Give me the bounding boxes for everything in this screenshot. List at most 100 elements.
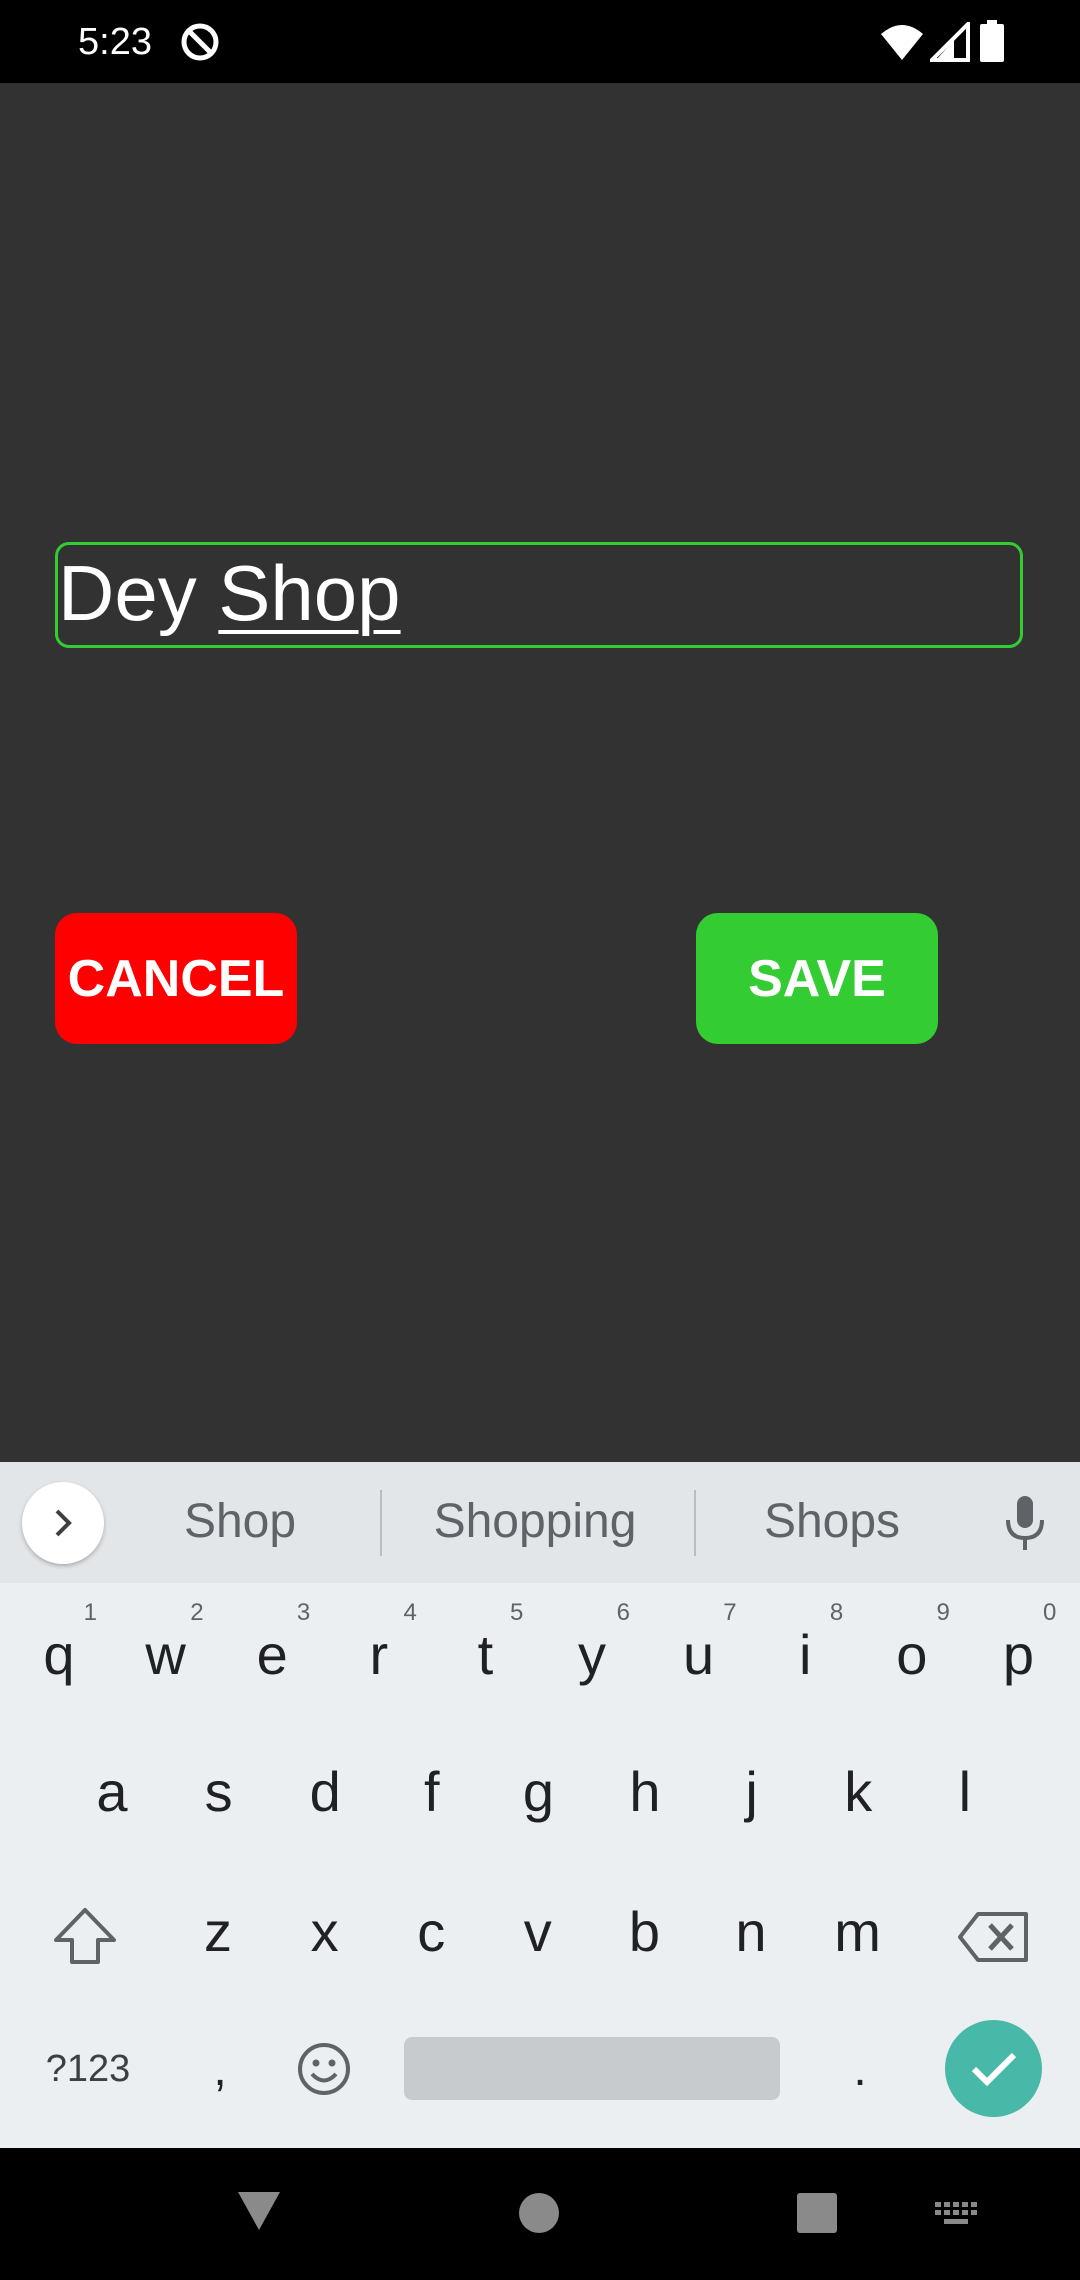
key-label: f bbox=[424, 1760, 440, 1823]
key-p[interactable]: p0 bbox=[988, 1599, 1057, 1686]
key-y[interactable]: y6 bbox=[562, 1599, 630, 1686]
key-q[interactable]: q1 bbox=[29, 1599, 97, 1686]
key-number-hint: 5 bbox=[510, 1599, 524, 1626]
key-number-hint: 1 bbox=[83, 1599, 97, 1626]
home-icon[interactable] bbox=[518, 2192, 560, 2234]
suggestion-bar: Shop Shopping Shops bbox=[0, 1462, 1080, 1583]
spacebar[interactable] bbox=[404, 2037, 780, 2100]
key-k[interactable]: k bbox=[828, 1762, 888, 1822]
key-label: x bbox=[310, 1900, 339, 1963]
key-label: d bbox=[309, 1760, 341, 1823]
wifi-icon bbox=[881, 25, 923, 60]
key-a[interactable]: a bbox=[82, 1762, 142, 1822]
do-not-disturb-icon bbox=[181, 23, 219, 61]
key-j[interactable]: j bbox=[722, 1762, 782, 1822]
key-number-hint: 8 bbox=[829, 1599, 844, 1626]
text-field-composing-word: Shop bbox=[218, 549, 401, 637]
symbols-key[interactable]: ?123 bbox=[28, 2045, 148, 2093]
symbols-key-label: ?123 bbox=[45, 2048, 131, 2090]
key-z[interactable]: z bbox=[188, 1902, 248, 1962]
key-label: n bbox=[735, 1900, 767, 1963]
key-label: r bbox=[369, 1623, 389, 1686]
keyboard-switch-icon[interactable] bbox=[933, 2200, 979, 2228]
recents-icon[interactable] bbox=[796, 2192, 838, 2234]
key-label: v bbox=[523, 1900, 552, 1963]
chevron-right-icon bbox=[55, 1509, 72, 1537]
key-w[interactable]: w2 bbox=[136, 1599, 203, 1686]
name-text-field[interactable]: Dey Shop bbox=[55, 542, 1023, 648]
period-key-label: . bbox=[853, 2043, 867, 2096]
key-number-hint: 4 bbox=[403, 1599, 417, 1626]
key-t[interactable]: t5 bbox=[455, 1599, 524, 1686]
suggestion-divider bbox=[380, 1490, 382, 1556]
shift-key-icon[interactable] bbox=[52, 1906, 118, 1966]
suggestion-2[interactable]: Shopping bbox=[395, 1492, 675, 1552]
key-r[interactable]: r4 bbox=[349, 1599, 416, 1686]
key-i[interactable]: i8 bbox=[775, 1599, 843, 1686]
key-h[interactable]: h bbox=[615, 1762, 675, 1822]
key-label: z bbox=[204, 1900, 232, 1963]
key-s[interactable]: s bbox=[189, 1762, 249, 1822]
suggestion-divider bbox=[694, 1490, 696, 1556]
status-time: 5:23 bbox=[78, 21, 152, 63]
keyboard-expand-button[interactable] bbox=[22, 1482, 104, 1564]
key-v[interactable]: v bbox=[508, 1902, 568, 1962]
key-label: l bbox=[958, 1760, 972, 1823]
suggestion-3[interactable]: Shops bbox=[722, 1492, 942, 1552]
key-number-hint: 0 bbox=[1043, 1599, 1057, 1626]
key-label: m bbox=[834, 1900, 881, 1963]
key-label: h bbox=[629, 1760, 661, 1823]
suggestion-1[interactable]: Shop bbox=[140, 1492, 340, 1552]
key-label: k bbox=[844, 1760, 873, 1823]
key-label: p bbox=[1002, 1623, 1034, 1686]
text-field-plain: Dey bbox=[58, 549, 219, 637]
key-g[interactable]: g bbox=[508, 1762, 568, 1822]
key-u[interactable]: u7 bbox=[669, 1599, 737, 1686]
key-number-hint: 6 bbox=[616, 1599, 630, 1626]
status-bar: 5:23 bbox=[0, 0, 1080, 83]
navigation-bar bbox=[0, 2148, 1080, 2280]
key-f[interactable]: f bbox=[402, 1762, 462, 1822]
key-label: a bbox=[96, 1760, 128, 1823]
cancel-button[interactable]: CANCEL bbox=[55, 913, 297, 1044]
key-label: w bbox=[145, 1623, 186, 1686]
key-label: e bbox=[256, 1623, 288, 1686]
key-o[interactable]: o9 bbox=[882, 1599, 950, 1686]
key-label: o bbox=[896, 1623, 928, 1686]
key-label: b bbox=[628, 1900, 660, 1963]
emoji-icon[interactable] bbox=[296, 2041, 352, 2097]
key-number-hint: 3 bbox=[296, 1599, 311, 1626]
back-icon[interactable] bbox=[236, 2190, 282, 2232]
key-b[interactable]: b bbox=[614, 1902, 674, 1962]
comma-key[interactable]: , bbox=[200, 2040, 240, 2100]
key-d[interactable]: d bbox=[295, 1762, 355, 1822]
key-label: y bbox=[578, 1623, 606, 1686]
key-label: s bbox=[204, 1760, 233, 1823]
key-m[interactable]: m bbox=[828, 1902, 888, 1962]
key-number-hint: 9 bbox=[936, 1599, 950, 1626]
key-label: u bbox=[683, 1623, 715, 1686]
period-key[interactable]: . bbox=[845, 2040, 875, 2100]
key-label: g bbox=[522, 1760, 554, 1823]
save-button[interactable]: SAVE bbox=[696, 913, 938, 1044]
key-l[interactable]: l bbox=[935, 1762, 995, 1822]
key-label: t bbox=[477, 1623, 494, 1686]
key-number-hint: 7 bbox=[723, 1599, 737, 1626]
backspace-icon[interactable] bbox=[958, 1910, 1030, 1964]
microphone-icon[interactable] bbox=[1000, 1492, 1050, 1552]
key-number-hint: 2 bbox=[190, 1599, 204, 1626]
key-n[interactable]: n bbox=[721, 1902, 781, 1962]
battery-icon bbox=[980, 20, 1004, 62]
signal-icon bbox=[930, 22, 970, 62]
key-label: j bbox=[745, 1760, 758, 1823]
key-x[interactable]: x bbox=[295, 1902, 355, 1962]
enter-key[interactable] bbox=[945, 2020, 1042, 2117]
key-e[interactable]: e3 bbox=[242, 1599, 311, 1686]
comma-key-label: , bbox=[213, 2043, 227, 2096]
text-field-value: Dey Shop bbox=[58, 548, 401, 638]
key-label: q bbox=[43, 1623, 75, 1686]
checkmark-icon bbox=[971, 2052, 1016, 2086]
key-c[interactable]: c bbox=[401, 1902, 461, 1962]
key-label: i bbox=[798, 1623, 812, 1686]
key-label: c bbox=[417, 1900, 446, 1963]
